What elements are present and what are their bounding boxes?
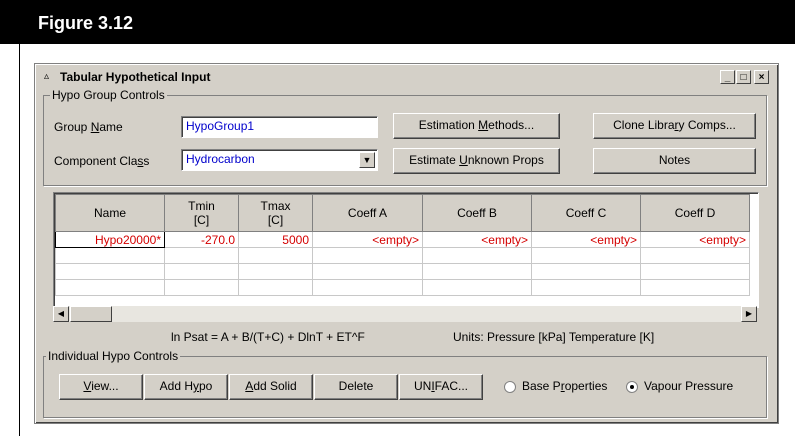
scroll-right-icon[interactable]: ▶ — [741, 306, 757, 322]
tabular-hypo-window: ▵ Tabular Hypothetical Input _ □ × Hypo … — [34, 63, 779, 424]
table-cell[interactable] — [640, 247, 750, 264]
radio-selected-dot — [630, 385, 634, 389]
figure-left-rule — [19, 44, 20, 436]
table-row[interactable] — [55, 279, 750, 296]
cell-tmin[interactable]: -270.0 — [164, 231, 239, 248]
component-class-select[interactable]: Hydrocarbon ▼ — [181, 149, 378, 171]
table-cell[interactable] — [640, 279, 750, 296]
component-class-value: Hydrocarbon — [186, 152, 255, 166]
hypo-group-legend: Hypo Group Controls — [50, 88, 167, 102]
column-header-tmax[interactable]: Tmax [C] — [238, 194, 313, 232]
radio-base-properties[interactable] — [504, 381, 516, 393]
tmax-label: Tmax — [260, 199, 291, 213]
units-text: Units: Pressure [kPa] Temperature [K] — [453, 330, 655, 344]
figure-header: Figure 3.12 — [0, 0, 795, 44]
scroll-thumb[interactable] — [70, 306, 112, 322]
table-cell[interactable] — [531, 279, 641, 296]
table-cell[interactable] — [422, 279, 532, 296]
group-name-input[interactable]: HypoGroup1 — [181, 116, 378, 138]
table-cell[interactable] — [238, 279, 313, 296]
horizontal-scrollbar[interactable]: ◀ ▶ — [53, 306, 757, 322]
estimate-unknown-button[interactable]: Estimate Unknown Props — [393, 148, 560, 174]
scroll-left-icon[interactable]: ◀ — [53, 306, 69, 322]
unifac-button[interactable]: UNIFAC... — [399, 374, 483, 400]
column-header-name[interactable]: Name — [55, 194, 165, 232]
figure-title: Figure 3.12 — [38, 13, 134, 33]
cell-coeff-a[interactable]: <empty> — [312, 231, 423, 248]
table-cell[interactable] — [55, 263, 165, 280]
cell-name[interactable]: Hypo20000* — [55, 231, 165, 248]
table-cell[interactable] — [422, 263, 532, 280]
minimize-button[interactable]: _ — [720, 70, 735, 84]
group-name-label: Group Name — [54, 120, 123, 134]
notes-button[interactable]: Notes — [593, 148, 756, 174]
cell-coeff-d[interactable]: <empty> — [640, 231, 750, 248]
column-header-tmin[interactable]: Tmin [C] — [164, 194, 239, 232]
tmin-label: Tmin — [188, 199, 215, 213]
column-header-coeff-b[interactable]: Coeff B — [422, 194, 532, 232]
chevron-down-icon[interactable]: ▼ — [359, 152, 375, 168]
clone-library-button[interactable]: Clone Library Comps... — [593, 113, 756, 139]
window-titlebar[interactable]: ▵ Tabular Hypothetical Input _ □ × — [38, 67, 775, 87]
table-cell[interactable] — [640, 263, 750, 280]
table-cell[interactable] — [55, 279, 165, 296]
tmin-unit: [C] — [193, 213, 210, 227]
table-cell[interactable] — [531, 263, 641, 280]
table-row[interactable]: Hypo20000* -270.0 5000 <empty> <empty> <… — [55, 231, 750, 248]
table-cell[interactable] — [312, 247, 423, 264]
table-row[interactable] — [55, 247, 750, 264]
hypo-table[interactable]: Name Tmin [C] Tmax [C] Coeff A Coeff B Coe… — [53, 192, 759, 308]
table-cell[interactable] — [164, 279, 239, 296]
table-header-row: Name Tmin [C] Tmax [C] Coeff A Coeff B Coe… — [55, 194, 750, 232]
delete-button[interactable]: Delete — [314, 374, 398, 400]
table-cell[interactable] — [531, 247, 641, 264]
psat-equation: ln Psat = A + B/(T+C) + DlnT + ET^F — [171, 330, 365, 344]
table-row[interactable] — [55, 263, 750, 280]
table-cell[interactable] — [312, 279, 423, 296]
table-cell[interactable] — [55, 247, 165, 264]
column-header-coeff-c[interactable]: Coeff C — [531, 194, 641, 232]
maximize-button[interactable]: □ — [736, 70, 751, 84]
table-cell[interactable] — [422, 247, 532, 264]
cell-coeff-b[interactable]: <empty> — [422, 231, 532, 248]
hypo-table-body: Name Tmin [C] Tmax [C] Coeff A Coeff B Coe… — [55, 194, 750, 296]
individual-hypo-controls: Individual Hypo Controls View... Add Hyp… — [43, 349, 767, 418]
table-cell[interactable] — [238, 247, 313, 264]
component-class-label: Component Class — [54, 154, 150, 168]
tmax-unit: [C] — [267, 213, 284, 227]
window-icon: ▵ — [44, 71, 50, 82]
table-cell[interactable] — [312, 263, 423, 280]
column-header-coeff-d[interactable]: Coeff D — [640, 194, 750, 232]
radio-vapour-pressure[interactable] — [626, 381, 638, 393]
radio-base-label[interactable]: Base Properties — [522, 379, 607, 393]
hypo-group-controls: Hypo Group Controls Group Name HypoGroup… — [43, 88, 767, 186]
table-cell[interactable] — [164, 263, 239, 280]
individual-hypo-legend: Individual Hypo Controls — [46, 349, 181, 363]
column-header-coeff-a[interactable]: Coeff A — [312, 194, 423, 232]
add-solid-button[interactable]: Add Solid — [229, 374, 313, 400]
view-button[interactable]: View... — [59, 374, 143, 400]
cell-tmax[interactable]: 5000 — [238, 231, 313, 248]
table-cell[interactable] — [238, 263, 313, 280]
radio-vapour-label[interactable]: Vapour Pressure — [644, 379, 733, 393]
table-cell[interactable] — [164, 247, 239, 264]
close-button[interactable]: × — [754, 70, 769, 84]
estimation-methods-button[interactable]: Estimation Methods... — [393, 113, 560, 139]
window-title: Tabular Hypothetical Input — [60, 70, 211, 84]
cell-coeff-c[interactable]: <empty> — [531, 231, 641, 248]
add-hypo-button[interactable]: Add Hypo — [144, 374, 228, 400]
